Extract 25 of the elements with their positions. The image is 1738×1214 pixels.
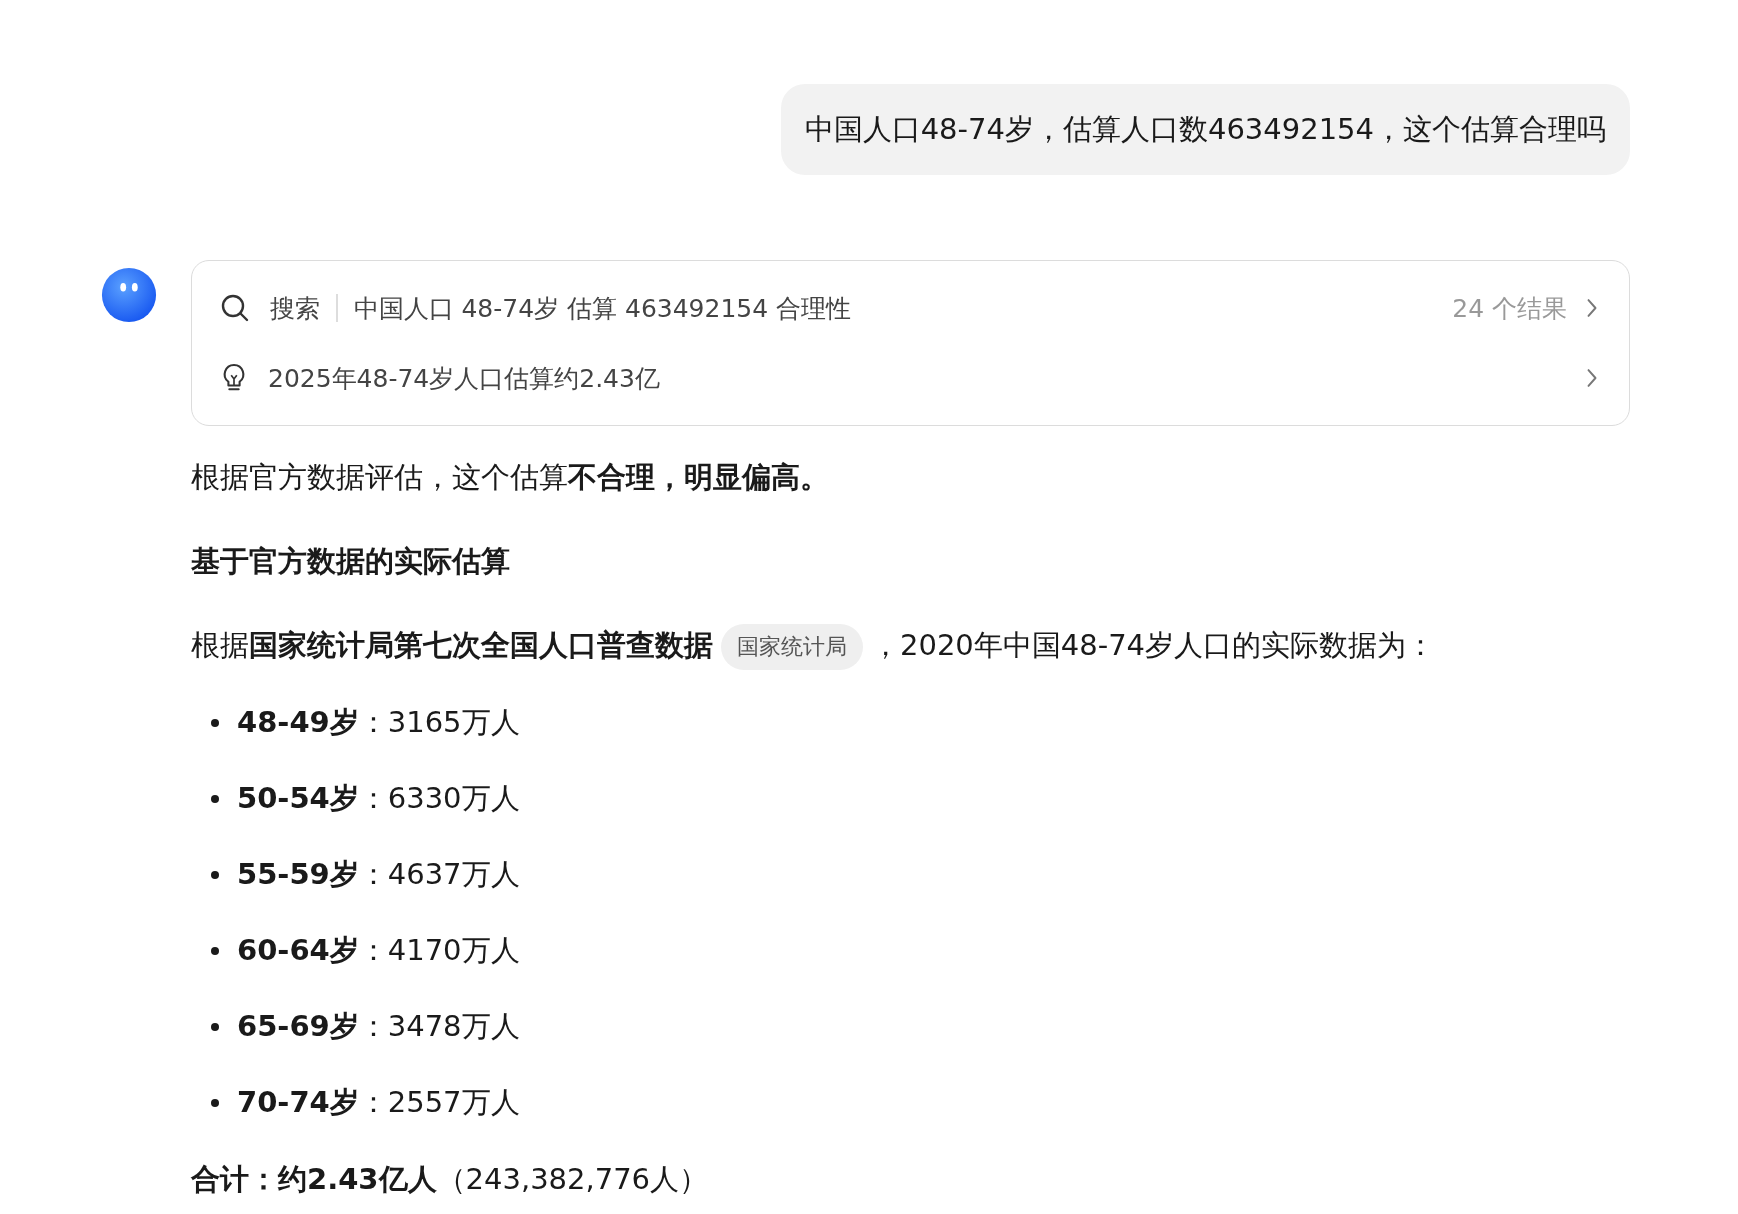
- assistant-avatar-icon: [100, 266, 158, 324]
- user-message: 中国人口48-74岁，估算人口数463492154，这个估算合理吗: [780, 84, 1630, 175]
- search-insight: 2025年48-74岁人口估算约2.43亿: [268, 362, 661, 395]
- bullet-icon: [211, 1023, 219, 1031]
- chevron-right-icon: [1585, 297, 1599, 319]
- citation-link[interactable]: 国家统计局: [721, 624, 863, 670]
- answer-paragraph: 根据国家统计局第七次全国人口普查数据 国家统计局 ，2020年中国48-74岁人口的实际数据为：: [191, 622, 1630, 670]
- list-item-text: 50-54岁：6330万人: [237, 780, 520, 817]
- list-item-text: 70-74岁：2557万人: [237, 1084, 520, 1121]
- answer-paragraph: 根据官方数据评估，这个估算不合理，明显偏高。: [191, 459, 830, 496]
- bullet-icon: [211, 795, 219, 803]
- list-item-text: 48-49岁：3165万人: [237, 704, 520, 741]
- chevron-right-icon[interactable]: [1585, 367, 1599, 389]
- bullet-icon: [211, 871, 219, 879]
- search-label: 搜索: [270, 292, 320, 325]
- section-heading: 基于官方数据的实际估算: [191, 543, 511, 580]
- bullet-icon: [211, 719, 219, 727]
- bullet-icon: [211, 1099, 219, 1107]
- total-text: 合计：约2.43亿人（243,382,776人）: [191, 1161, 710, 1198]
- list-item-text: 60-64岁：4170万人: [237, 932, 520, 969]
- list-item-text: 65-69岁：3478万人: [237, 1008, 520, 1045]
- bullet-icon: [211, 947, 219, 955]
- search-icon: [220, 293, 250, 323]
- list-item-text: 55-59岁：4637万人: [237, 856, 520, 893]
- search-query: 中国人口 48-74岁 估算 463492154 合理性: [353, 292, 853, 325]
